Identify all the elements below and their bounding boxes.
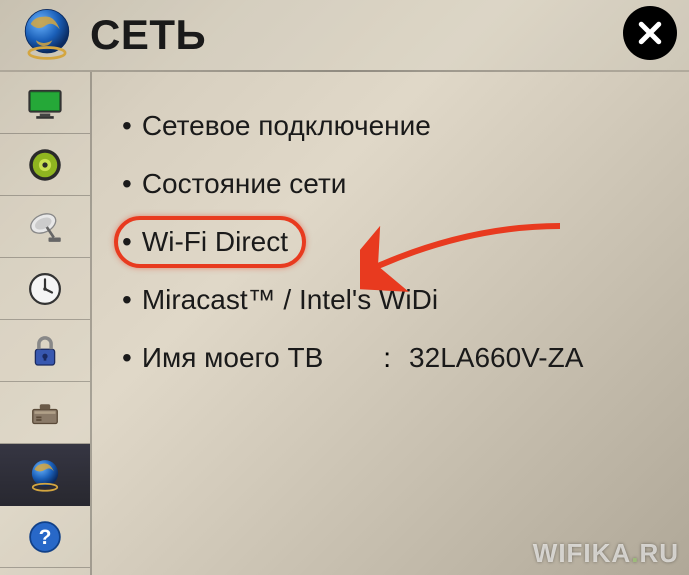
lock-icon <box>24 330 66 372</box>
sidebar-item-time[interactable] <box>0 258 90 320</box>
bullet-icon: • <box>122 168 132 200</box>
clock-icon <box>24 268 66 310</box>
menu-label: Miracast™ / Intel's WiDi <box>142 284 438 316</box>
separator: : <box>383 342 391 374</box>
bullet-icon: • <box>122 110 132 142</box>
sidebar-item-network[interactable] <box>0 444 90 506</box>
page-title: СЕТЬ <box>90 11 206 59</box>
network-icon <box>24 454 66 496</box>
bullet-icon: • <box>122 342 132 374</box>
sidebar-item-help[interactable]: ? <box>0 506 90 568</box>
watermark-a: WIFIKA <box>533 538 631 568</box>
menu-label: Состояние сети <box>142 168 347 200</box>
menu-label: Имя моего ТВ <box>142 342 323 374</box>
menu-item-tv-name[interactable]: • Имя моего ТВ <box>118 332 323 384</box>
bullet-icon: • <box>122 284 132 316</box>
sidebar-item-lock[interactable] <box>0 320 90 382</box>
tv-name-value: 32LA660V-ZA <box>409 342 583 374</box>
bullet-icon: • <box>122 226 132 258</box>
sidebar-item-broadcast[interactable] <box>0 196 90 258</box>
help-icon: ? <box>24 516 66 558</box>
audio-icon <box>24 144 66 186</box>
watermark: WIFIKA.RU <box>533 538 679 569</box>
sidebar-item-display[interactable] <box>0 72 90 134</box>
menu-item-wifi-direct[interactable]: • Wi-Fi Direct <box>114 216 306 268</box>
sidebar-item-audio[interactable] <box>0 134 90 196</box>
display-icon <box>24 82 66 124</box>
menu-item-miracast[interactable]: • Miracast™ / Intel's WiDi <box>118 274 442 326</box>
close-button[interactable] <box>623 6 677 60</box>
content-panel: • Сетевое подключение • Состояние сети •… <box>92 72 689 575</box>
menu-label: Wi-Fi Direct <box>142 226 288 258</box>
svg-text:?: ? <box>39 526 52 549</box>
watermark-b: RU <box>639 538 679 568</box>
menu-label: Сетевое подключение <box>142 110 431 142</box>
menu-item-network-status[interactable]: • Состояние сети <box>118 158 350 210</box>
menu-item-network-connection[interactable]: • Сетевое подключение <box>118 100 435 152</box>
network-globe-icon <box>18 4 90 67</box>
close-icon <box>635 18 665 48</box>
header: СЕТЬ <box>0 0 689 70</box>
satellite-icon <box>24 206 66 248</box>
settings-icon <box>24 392 66 434</box>
sidebar: ? <box>0 72 92 575</box>
sidebar-item-settings[interactable] <box>0 382 90 444</box>
